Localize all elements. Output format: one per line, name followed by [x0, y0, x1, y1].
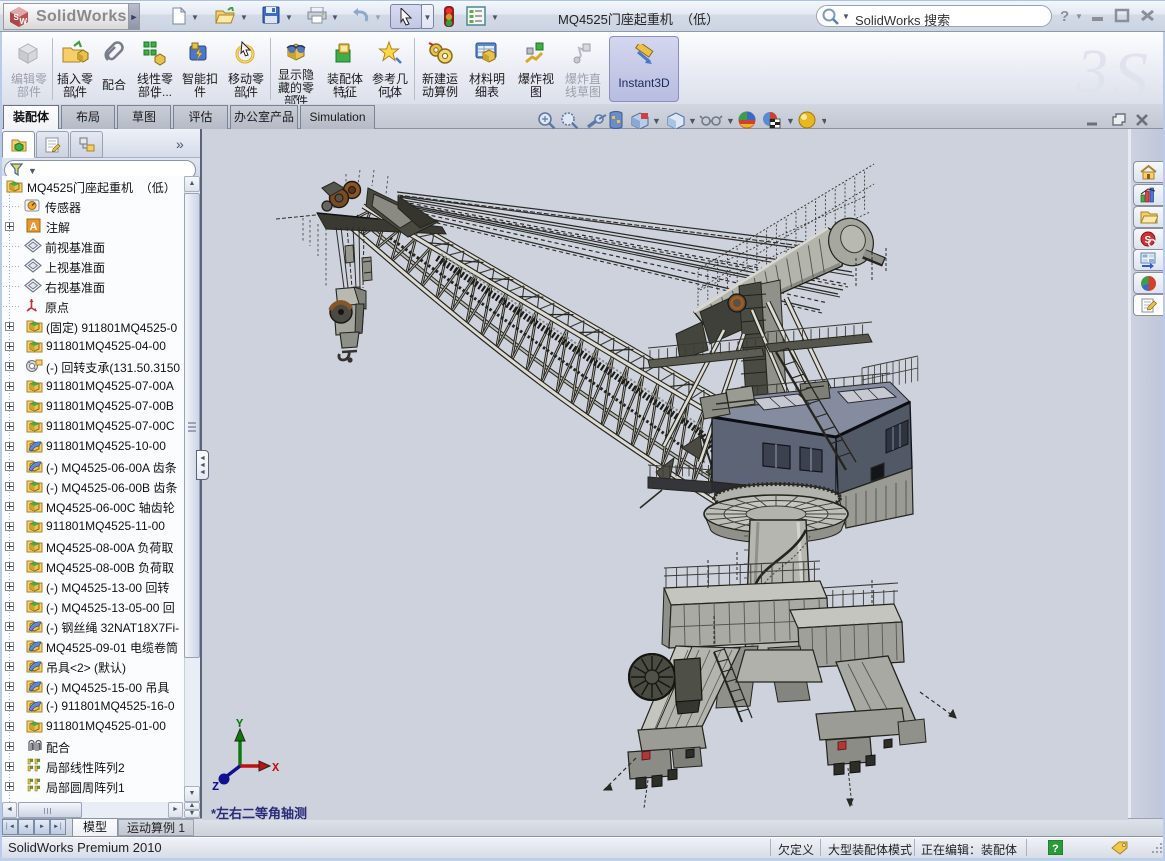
svg-text:▼: ▼ [726, 116, 735, 126]
svg-text:A: A [30, 221, 38, 233]
svg-text:▼: ▼ [786, 116, 795, 126]
svg-text:Z: Z [212, 780, 219, 794]
svg-text:▼: ▼ [688, 116, 697, 126]
svg-text:W: W [20, 17, 28, 26]
svg-text:X: X [272, 761, 280, 775]
svg-text:▼: ▼ [820, 116, 826, 126]
svg-text:Y: Y [236, 717, 244, 731]
svg-text:▼: ▼ [652, 116, 661, 126]
svg-text:S: S [1113, 39, 1148, 104]
svg-text:3: 3 [1076, 38, 1108, 104]
svg-text:?: ? [1052, 843, 1059, 855]
